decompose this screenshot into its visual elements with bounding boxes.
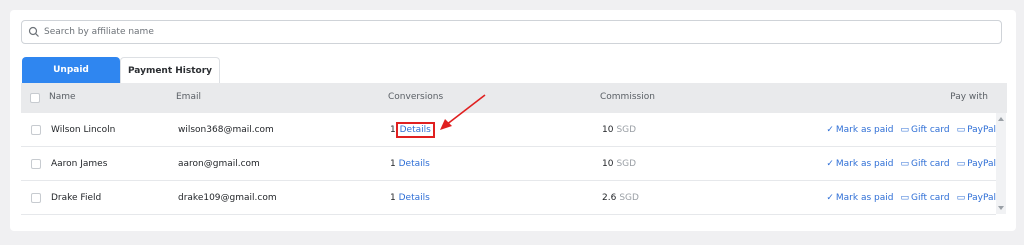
search-bar[interactable] bbox=[21, 20, 1002, 44]
column-header-pay-with: Pay with bbox=[950, 92, 988, 102]
conversions-cell: 1 Details bbox=[390, 159, 430, 169]
commission-amount: 2.6 bbox=[602, 193, 617, 203]
gift-card-button[interactable]: ▭ Gift card bbox=[900, 125, 949, 135]
commission-amount: 10 bbox=[602, 159, 614, 169]
paypal-label: PayPal bbox=[967, 125, 996, 135]
table-row: Drake Field drake109@gmail.com 1 Details… bbox=[21, 181, 996, 215]
gift-card-label: Gift card bbox=[910, 125, 950, 135]
currency: SGD bbox=[616, 159, 637, 169]
column-header-commission: Commission bbox=[600, 92, 655, 102]
mark-as-paid-button[interactable]: ✓ Mark as paid bbox=[826, 193, 893, 203]
affiliate-email: drake109@gmail.com bbox=[178, 193, 277, 203]
gift-card-icon: ▭ bbox=[900, 159, 909, 169]
wallet-icon: ▭ bbox=[956, 193, 966, 203]
paypal-label: PayPal bbox=[967, 159, 996, 169]
wallet-icon: ▭ bbox=[956, 125, 966, 135]
commission-amount: 10 bbox=[602, 125, 614, 135]
commission-cell: 10 SGD bbox=[602, 159, 636, 169]
select-all-checkbox[interactable] bbox=[30, 93, 40, 103]
check-icon: ✓ bbox=[826, 193, 834, 203]
table-row: Wilson Lincoln wilson368@mail.com 1 Deta… bbox=[21, 113, 996, 147]
column-header-name: Name bbox=[49, 92, 76, 102]
search-input[interactable] bbox=[44, 23, 984, 41]
conversions-count: 1 bbox=[390, 159, 396, 169]
paypal-button[interactable]: ▭ PayPal bbox=[957, 193, 996, 203]
conversions-count: 1 bbox=[390, 125, 396, 135]
mark-as-paid-label: Mark as paid bbox=[835, 159, 894, 169]
commission-cell: 10 SGD bbox=[602, 125, 636, 135]
gift-card-button[interactable]: ▭ Gift card bbox=[900, 193, 949, 203]
gift-card-label: Gift card bbox=[910, 193, 950, 203]
tab-payment-history[interactable]: Payment History bbox=[120, 57, 220, 83]
affiliate-name: Wilson Lincoln bbox=[51, 125, 116, 135]
mark-as-paid-button[interactable]: ✓ Mark as paid bbox=[826, 159, 893, 169]
affiliate-email: wilson368@mail.com bbox=[178, 125, 274, 135]
pay-actions: ✓ Mark as paid ▭ Gift card ▭ PayPal bbox=[826, 159, 996, 169]
currency: SGD bbox=[619, 193, 639, 203]
affiliates-table: Name Email Conversions Commission Pay wi… bbox=[21, 83, 1007, 215]
pay-actions: ✓ Mark as paid ▭ Gift card ▭ PayPal bbox=[826, 193, 996, 203]
details-link[interactable]: Details bbox=[399, 193, 430, 203]
details-link[interactable]: Details bbox=[399, 159, 430, 169]
affiliate-name: Aaron James bbox=[51, 159, 108, 169]
column-header-email: Email bbox=[176, 92, 201, 102]
row-checkbox[interactable] bbox=[31, 125, 41, 135]
mark-as-paid-button[interactable]: ✓ Mark as paid bbox=[826, 125, 893, 135]
paypal-button[interactable]: ▭ PayPal bbox=[957, 125, 996, 135]
row-checkbox[interactable] bbox=[31, 193, 41, 203]
commission-cell: 2.6 SGD bbox=[602, 193, 639, 203]
gift-card-icon: ▭ bbox=[900, 193, 909, 203]
row-checkbox[interactable] bbox=[31, 159, 41, 169]
scroll-up-arrow-icon[interactable] bbox=[998, 117, 1004, 121]
gift-card-button[interactable]: ▭ Gift card bbox=[900, 159, 949, 169]
search-icon bbox=[28, 26, 39, 37]
conversions-cell: 1 Details bbox=[390, 193, 430, 203]
table-scrollbar[interactable] bbox=[996, 113, 1006, 214]
paypal-button[interactable]: ▭ PayPal bbox=[957, 159, 996, 169]
annotation-arrow-icon bbox=[440, 94, 486, 130]
conversions-cell: 1 Details bbox=[390, 122, 435, 138]
affiliate-email: aaron@gmail.com bbox=[178, 159, 260, 169]
table-header: Name Email Conversions Commission Pay wi… bbox=[21, 83, 1007, 113]
paypal-label: PayPal bbox=[967, 193, 996, 203]
currency: SGD bbox=[616, 125, 637, 135]
wallet-icon: ▭ bbox=[956, 159, 966, 169]
check-icon: ✓ bbox=[826, 125, 834, 135]
table-row: Aaron James aaron@gmail.com 1 Details 10… bbox=[21, 147, 996, 181]
mark-as-paid-label: Mark as paid bbox=[835, 125, 894, 135]
mark-as-paid-label: Mark as paid bbox=[835, 193, 894, 203]
conversions-count: 1 bbox=[390, 193, 396, 203]
gift-card-label: Gift card bbox=[910, 159, 950, 169]
tab-unpaid[interactable]: Unpaid bbox=[22, 57, 120, 83]
check-icon: ✓ bbox=[826, 159, 834, 169]
affiliate-name: Drake Field bbox=[51, 193, 102, 203]
pay-actions: ✓ Mark as paid ▭ Gift card ▭ PayPal bbox=[826, 125, 996, 135]
gift-card-icon: ▭ bbox=[900, 125, 909, 135]
details-link[interactable]: Details bbox=[395, 122, 435, 138]
scroll-down-arrow-icon[interactable] bbox=[998, 206, 1004, 210]
